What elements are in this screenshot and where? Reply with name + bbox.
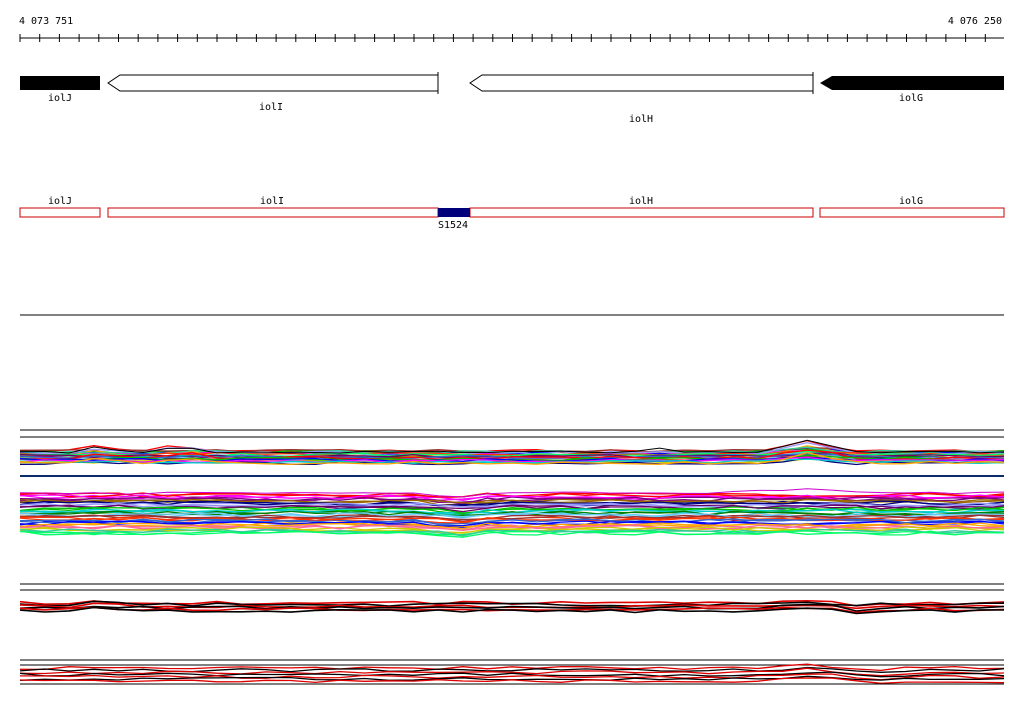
feature-label-S1524: S1524 — [438, 220, 468, 231]
genome-browser-canvas: 4 073 751 4 076 250 iolJ iolI iolH iolG … — [19, 16, 1005, 685]
gene-label-iolG: iolG — [899, 93, 923, 104]
coordinate-ruler: 4 073 751 4 076 250 — [19, 16, 1004, 42]
expression-profiles-red-black-2 — [19, 663, 1005, 684]
end-coordinate: 4 076 250 — [948, 16, 1002, 27]
segment-label-iolJ: iolJ — [48, 196, 72, 207]
segment-label-iolG: iolG — [899, 196, 923, 207]
gene-label-iolJ: iolJ — [48, 93, 72, 104]
start-coordinate: 4 073 751 — [19, 16, 73, 27]
expression-profile-line — [19, 600, 1004, 607]
segment-box-iolJ[interactable] — [19, 207, 101, 218]
expression-profiles-upper — [19, 439, 1005, 466]
gene-arrow-iolH[interactable] — [469, 74, 814, 92]
segment-label-iolI: iolI — [260, 196, 284, 207]
expression-panel-1 — [19, 429, 1005, 538]
gene-label-iolI: iolI — [259, 102, 283, 113]
expression-profiles-red-black-1 — [19, 599, 1005, 615]
segment-box-iolH[interactable] — [469, 207, 814, 218]
gene-arrow-iolI[interactable] — [107, 74, 439, 92]
segment-track: iolJ iolI iolH iolG S1524 — [19, 196, 1005, 231]
gene-arrow-track: iolJ iolI iolH iolG — [20, 72, 1004, 125]
segment-box-iolI[interactable] — [107, 207, 439, 218]
segment-box-iolG[interactable] — [819, 207, 1005, 218]
gene-arrow-iolJ[interactable] — [20, 76, 100, 90]
feature-block-S1524[interactable] — [438, 208, 470, 217]
expression-panel-2 — [19, 583, 1005, 615]
expression-panel-3 — [19, 659, 1005, 685]
expression-profiles-lower — [19, 488, 1005, 538]
gene-label-iolH: iolH — [629, 114, 653, 125]
segment-label-iolH: iolH — [629, 196, 653, 207]
gene-arrow-iolG[interactable] — [820, 76, 1004, 90]
